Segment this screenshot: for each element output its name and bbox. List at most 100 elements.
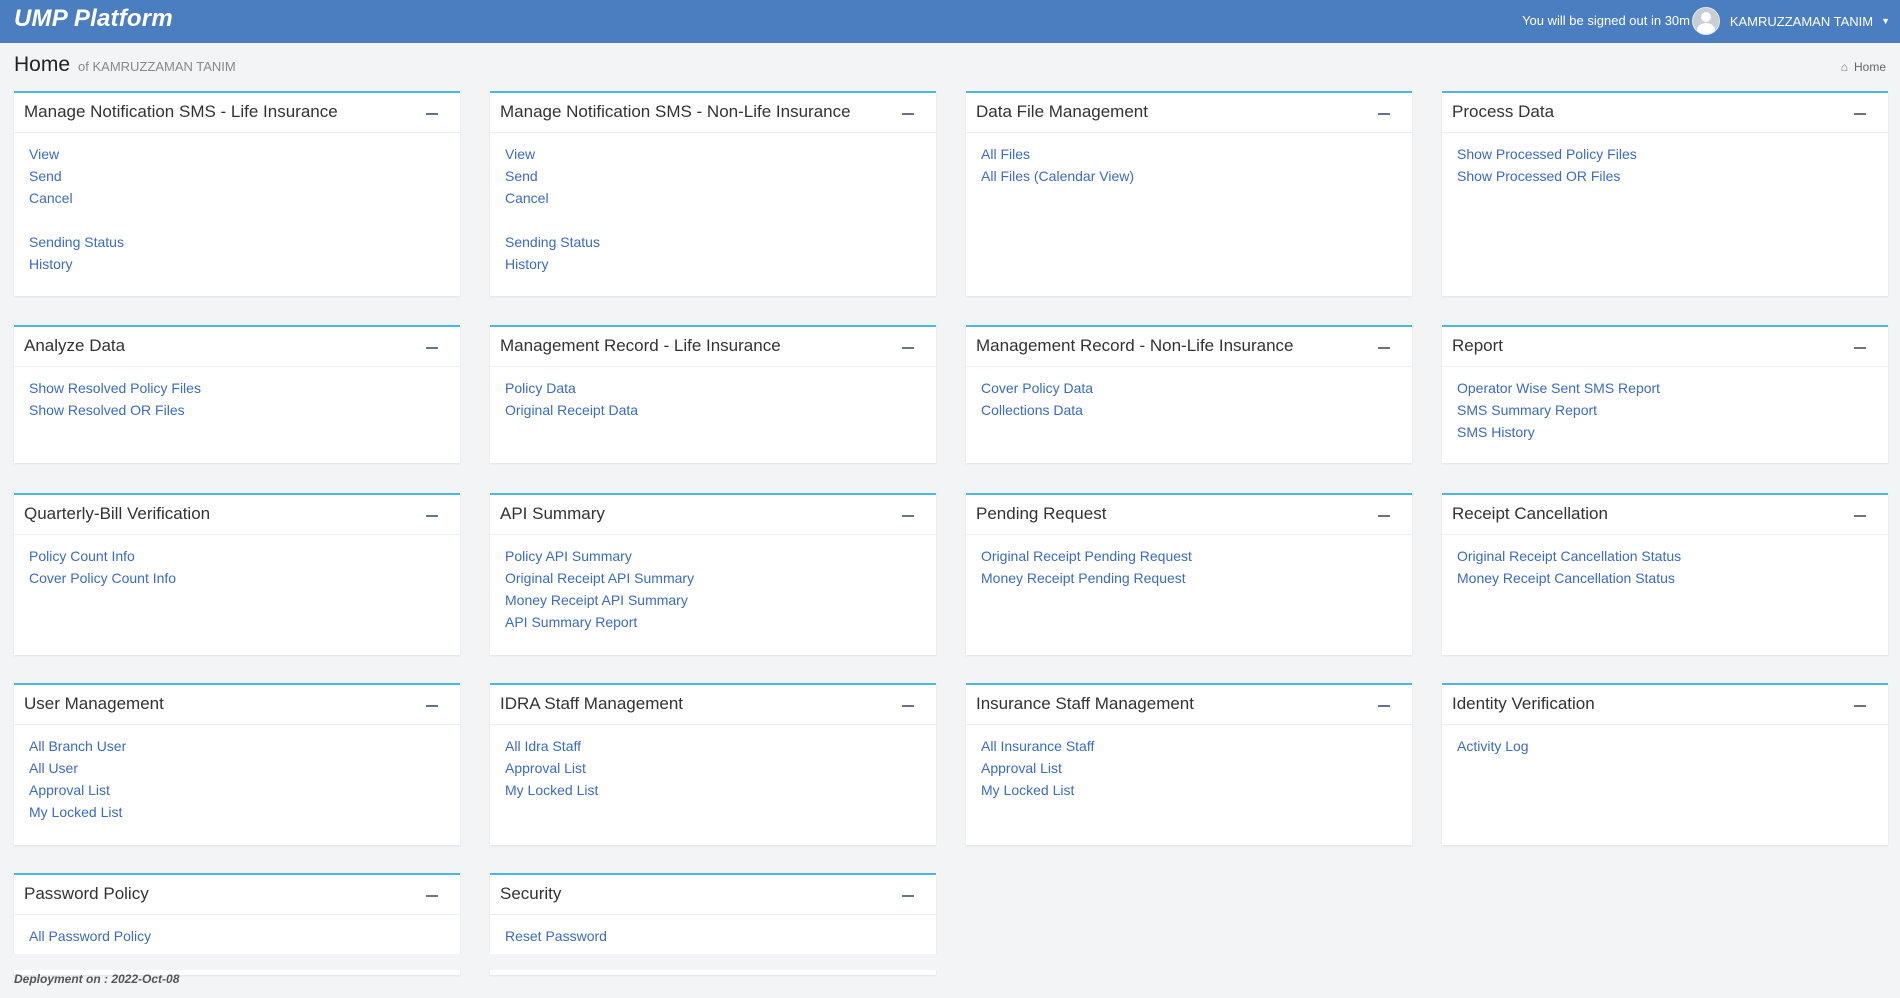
panel-link[interactable]: All User — [29, 757, 445, 779]
breadcrumb-home[interactable]: Home — [1854, 60, 1886, 74]
panel-header: Insurance Staff Management — [966, 685, 1412, 725]
panel-link[interactable]: Approval List — [505, 757, 921, 779]
panel-link[interactable]: Cover Policy Count Info — [29, 567, 445, 589]
collapse-minus-icon[interactable] — [426, 886, 438, 900]
panel-link[interactable]: Show Processed OR Files — [1457, 165, 1873, 187]
panel-title: Analyze Data — [24, 336, 126, 355]
panel-link[interactable]: All Files (Calendar View) — [981, 165, 1397, 187]
panel-title: Process Data — [1452, 102, 1555, 121]
panel-title: IDRA Staff Management — [500, 694, 684, 713]
panel-link[interactable]: Show Resolved OR Files — [29, 399, 445, 421]
collapse-minus-icon[interactable] — [1854, 696, 1866, 710]
panel-link[interactable]: Show Resolved Policy Files — [29, 377, 445, 399]
panel-header: IDRA Staff Management — [490, 685, 936, 725]
panel-link[interactable]: Policy API Summary — [505, 545, 921, 567]
panel-link[interactable]: Send — [29, 165, 445, 187]
panel-body: All Idra Staff Approval List My Locked Lis… — [490, 725, 936, 815]
panel-header: Password Policy — [14, 875, 460, 915]
collapse-minus-icon[interactable] — [426, 338, 438, 352]
panel-manage-notification-sms-non-life-insurance: Manage Notification SMS - Non-Life Insur… — [490, 91, 936, 296]
panel-link[interactable]: Original Receipt Data — [505, 399, 921, 421]
panel-link[interactable]: All Branch User — [29, 735, 445, 757]
panel-link[interactable]: Money Receipt Pending Request — [981, 567, 1397, 589]
panel-header: Report — [1442, 327, 1888, 367]
panel-link[interactable]: Original Receipt Cancellation Status — [1457, 545, 1873, 567]
caret-down-icon: ▼ — [1881, 16, 1890, 26]
panel-management-record-life-insurance: Management Record - Life Insurance Policy… — [490, 325, 936, 463]
panel-header: Management Record - Life Insurance — [490, 327, 936, 367]
panel-link[interactable]: All Files — [981, 143, 1397, 165]
collapse-minus-icon[interactable] — [1854, 104, 1866, 118]
panel-pending-request: Pending Request Original Receipt Pending … — [966, 493, 1412, 655]
panel-link[interactable]: Show Processed Policy Files — [1457, 143, 1873, 165]
panel-link[interactable]: Cancel — [29, 187, 445, 209]
panel-link[interactable]: SMS Summary Report — [1457, 399, 1873, 421]
panel-title: Pending Request — [976, 504, 1107, 523]
panel-title: Insurance Staff Management — [976, 694, 1194, 713]
panel-link[interactable]: Money Receipt API Summary — [505, 589, 921, 611]
panel-header: Manage Notification SMS - Life Insurance — [14, 93, 460, 133]
collapse-minus-icon[interactable] — [902, 506, 914, 520]
collapse-minus-icon[interactable] — [426, 104, 438, 118]
panel-body: Operator Wise Sent SMS Report SMS Summary… — [1442, 367, 1888, 457]
collapse-minus-icon[interactable] — [1854, 506, 1866, 520]
panel-link[interactable]: API Summary Report — [505, 611, 921, 633]
panel-link[interactable]: Original Receipt API Summary — [505, 567, 921, 589]
panel-body: All Branch User All User Approval List My L… — [14, 725, 460, 837]
panel-link[interactable]: All Idra Staff — [505, 735, 921, 757]
collapse-minus-icon[interactable] — [1378, 104, 1390, 118]
panel-link[interactable]: Policy Count Info — [29, 545, 445, 567]
collapse-minus-icon[interactable] — [902, 338, 914, 352]
panel-link[interactable]: Approval List — [29, 779, 445, 801]
panel-link[interactable]: Send — [505, 165, 921, 187]
panel-link[interactable]: Activity Log — [1457, 735, 1873, 757]
collapse-minus-icon[interactable] — [1378, 338, 1390, 352]
panel-header: Data File Management — [966, 93, 1412, 133]
panel-link[interactable]: Collections Data — [981, 399, 1397, 421]
panel-link[interactable]: Money Receipt Cancellation Status — [1457, 567, 1873, 589]
panel-body: Activity Log — [1442, 725, 1888, 771]
collapse-minus-icon[interactable] — [1378, 506, 1390, 520]
panel-header: Quarterly-Bill Verification — [14, 495, 460, 535]
panel-link[interactable]: Sending Status — [505, 231, 921, 253]
collapse-minus-icon[interactable] — [902, 696, 914, 710]
panel-link[interactable]: History — [505, 253, 921, 275]
collapse-minus-icon[interactable] — [426, 696, 438, 710]
panel-link[interactable]: Cancel — [505, 187, 921, 209]
panel-link[interactable]: Reset Password — [505, 925, 921, 947]
panel-insurance-staff-management: Insurance Staff Management All Insurance … — [966, 683, 1412, 845]
brand-logo[interactable]: UMP Platform — [14, 5, 173, 33]
panel-link[interactable]: View — [29, 143, 445, 165]
collapse-minus-icon[interactable] — [426, 506, 438, 520]
panel-link[interactable]: My Locked List — [505, 779, 921, 801]
panel-link[interactable]: Sending Status — [29, 231, 445, 253]
page-title-text: Home — [14, 53, 71, 76]
panel-link[interactable]: Policy Data — [505, 377, 921, 399]
panel-title: Password Policy — [24, 884, 149, 903]
panel-header: Process Data — [1442, 93, 1888, 133]
panel-link[interactable]: View — [505, 143, 921, 165]
panel-title: Manage Notification SMS - Non-Life Insur… — [500, 102, 851, 121]
panel-link[interactable]: SMS History — [1457, 421, 1873, 443]
panel-title: Data File Management — [976, 102, 1148, 121]
panel-link[interactable]: History — [29, 253, 445, 275]
panel-link[interactable]: Cover Policy Data — [981, 377, 1397, 399]
panel-body: Policy Count Info Cover Policy Count Info — [14, 535, 460, 603]
panel-link[interactable]: Approval List — [981, 757, 1397, 779]
link-spacer — [29, 209, 445, 231]
user-name: KAMRUZZAMAN TANIM — [1729, 13, 1874, 29]
collapse-minus-icon[interactable] — [1378, 696, 1390, 710]
collapse-minus-icon[interactable] — [902, 886, 914, 900]
avatar — [1691, 7, 1720, 35]
collapse-minus-icon[interactable] — [1854, 338, 1866, 352]
panel-title: User Management — [24, 694, 164, 713]
panel-link[interactable]: All Insurance Staff — [981, 735, 1397, 757]
panel-link[interactable]: All Password Policy — [29, 925, 445, 947]
collapse-minus-icon[interactable] — [902, 104, 914, 118]
panel-link[interactable]: My Locked List — [29, 801, 445, 823]
user-menu[interactable]: KAMRUZZAMAN TANIM ▼ — [1691, 6, 1890, 36]
panel-link[interactable]: Original Receipt Pending Request — [981, 545, 1397, 567]
panel-link[interactable]: Operator Wise Sent SMS Report — [1457, 377, 1873, 399]
panel-header: Identity Verification — [1442, 685, 1888, 725]
panel-link[interactable]: My Locked List — [981, 779, 1397, 801]
